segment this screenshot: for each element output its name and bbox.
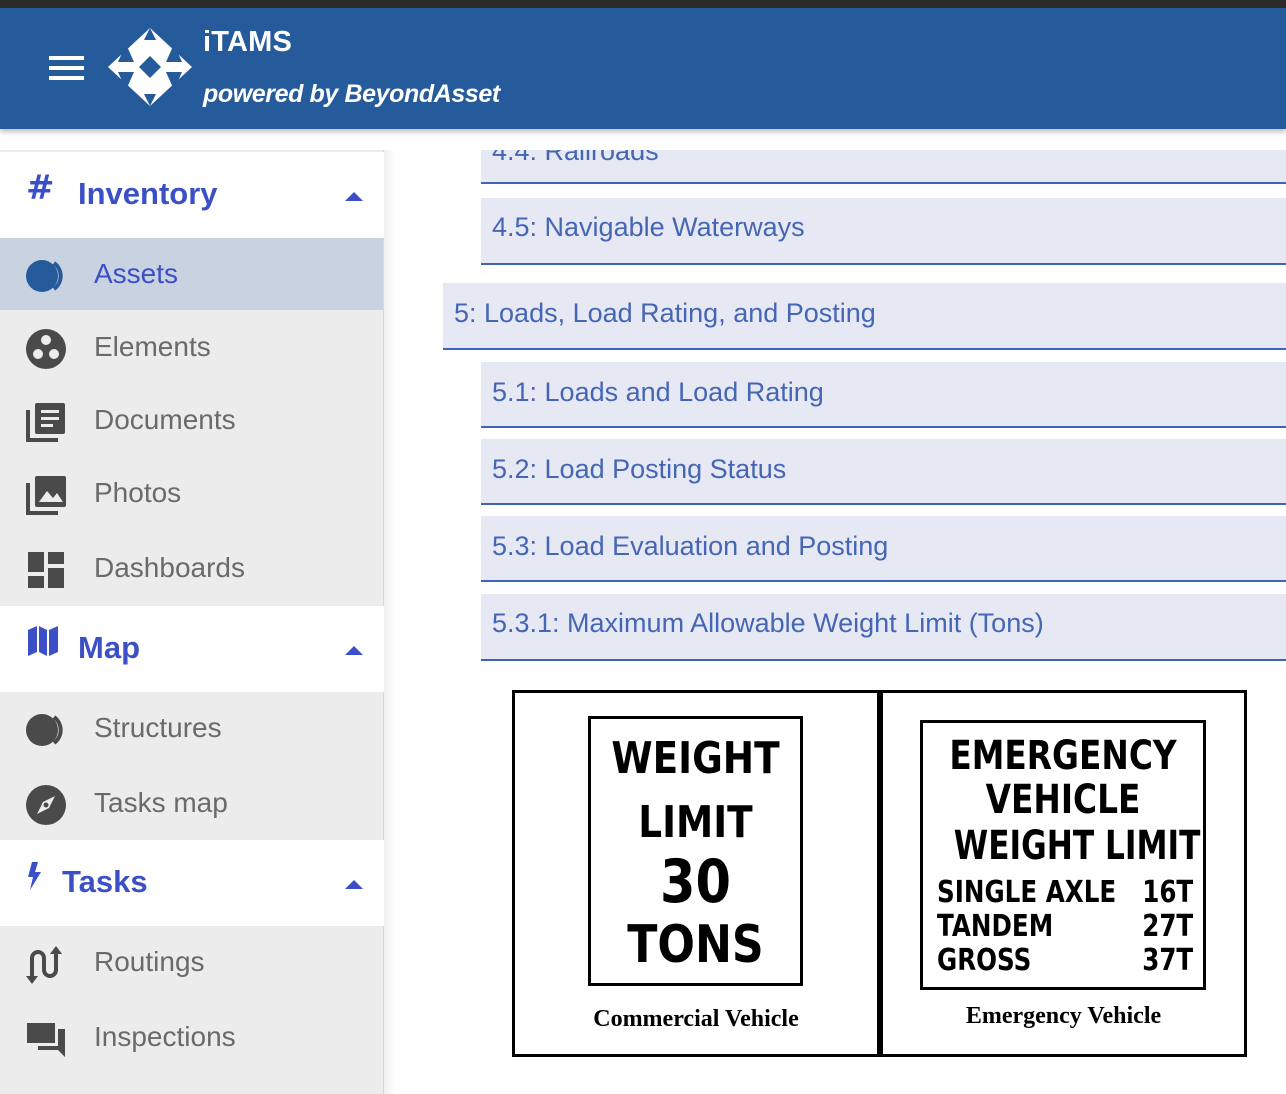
collapse-caret-icon[interactable] [345,192,363,201]
group-label: Inventory [78,176,218,211]
elements-circle-icon [26,329,66,369]
commercial-weight-sign: WEIGHT LIMIT 30 TONS [588,716,803,986]
dashboard-icon [28,552,64,588]
sign-line: WEIGHT [611,733,780,784]
toggle-circles-icon [26,714,63,746]
section-label: 5.1: Loads and Load Rating [492,377,824,407]
sign-table-value: 37T [1141,943,1193,978]
sidebar-item-structures[interactable]: Structures [0,692,383,764]
sidebar-item-label: Photos [94,477,182,508]
section-label: 5: Loads, Load Rating, and Posting [454,298,876,328]
app-header: iTAMS powered by BeyondAsset [0,8,1286,129]
collapse-caret-icon[interactable] [345,646,363,655]
sign-line: VEHICLE [985,777,1141,823]
hamburger-menu-icon[interactable] [46,52,88,86]
section-label: 4.5: Navigable Waterways [492,212,805,242]
sidebar-item-assets[interactable]: Assets [0,238,383,310]
group-label: Map [78,630,140,665]
sidebar-item-label: Inspections [94,1021,236,1052]
sidebar-item-photos[interactable]: Photos [0,457,383,529]
sidebar-item-documents[interactable]: Documents [0,384,383,456]
emergency-weight-sign: EMERGENCY VEHICLE WEIGHT LIMIT SINGLE AX… [920,720,1206,990]
figure-caption: Commercial Vehicle [593,1006,799,1032]
sidebar-item-label: Assets [94,258,179,289]
sidebar-item-tasks-map[interactable]: Tasks map [0,767,383,839]
sidebar-item-dashboards[interactable]: Dashboards [0,532,383,604]
sidebar-group-inventory[interactable]: # Inventory [0,152,384,238]
section-label: 5.3: Load Evaluation and Posting [492,531,889,561]
window-top-strip [0,0,1286,8]
sidebar-item-elements[interactable]: Elements [0,311,383,383]
section-row-5-2[interactable]: 5.2: Load Posting Status [481,439,1286,505]
sign-table-label: GROSS [937,943,1032,978]
app-subtitle: powered by BeyondAsset [203,80,500,108]
compass-icon [26,785,66,825]
sign-table-value: 16T [1141,875,1193,910]
chat-bubbles-icon [27,1023,65,1057]
bolt-icon [28,862,41,890]
section-label: 4.4: Railroads [492,150,659,166]
sign-line: 30 [660,847,731,917]
sidebar-item-label: Tasks map [94,787,228,818]
routing-icon [26,946,62,984]
section-row-5-3[interactable]: 5.3: Load Evaluation and Posting [481,516,1286,582]
hash-icon: # [26,168,55,208]
sign-line: EMERGENCY [949,733,1177,779]
section-label: 5.2: Load Posting Status [492,454,787,484]
section-row-4-5[interactable]: 4.5: Navigable Waterways [481,198,1286,265]
section-label: 5.3.1: Maximum Allowable Weight Limit (T… [492,608,1044,638]
sign-line: LIMIT [638,797,753,848]
sidebar: # Inventory Assets Elements Documents Ph… [0,150,384,1094]
collapse-caret-icon[interactable] [345,880,363,889]
section-row-5-3-1[interactable]: 5.3.1: Maximum Allowable Weight Limit (T… [481,594,1286,661]
toggle-circles-icon [26,260,63,292]
photos-icon [26,476,66,515]
sidebar-item-inspections[interactable]: Inspections [0,1001,383,1073]
map-icon [28,626,58,656]
sidebar-shadow [384,150,396,1094]
sidebar-item-label: Routings [94,946,205,977]
documents-icon [26,403,65,442]
sidebar-item-label: Elements [94,331,211,362]
group-label: Tasks [62,864,148,899]
itams-logo-icon [108,28,192,106]
weight-limit-signs-figure: WEIGHT LIMIT 30 TONS Commercial Vehicle … [512,690,1247,1057]
sidebar-item-label: Dashboards [94,552,245,583]
figure-divider [877,693,883,1054]
sidebar-group-map[interactable]: Map [0,606,384,692]
section-row-5-1[interactable]: 5.1: Loads and Load Rating [481,362,1286,428]
section-row-4-4[interactable]: 4.4: Railroads [481,150,1286,184]
sidebar-item-label: Structures [94,712,222,743]
sidebar-item-label: Documents [94,404,236,435]
app-title: iTAMS [203,26,293,58]
sign-table-label: TANDEM [937,909,1054,944]
sign-line: WEIGHT LIMIT [953,823,1201,869]
sidebar-group-tasks[interactable]: Tasks [0,840,384,926]
section-row-5[interactable]: 5: Loads, Load Rating, and Posting [443,283,1286,350]
sign-line: TONS [627,915,764,975]
sign-table-label: SINGLE AXLE [937,875,1117,910]
sidebar-item-routings[interactable]: Routings [0,926,383,998]
figure-caption: Emergency Vehicle [965,1003,1162,1029]
sign-table-value: 27T [1141,909,1193,944]
